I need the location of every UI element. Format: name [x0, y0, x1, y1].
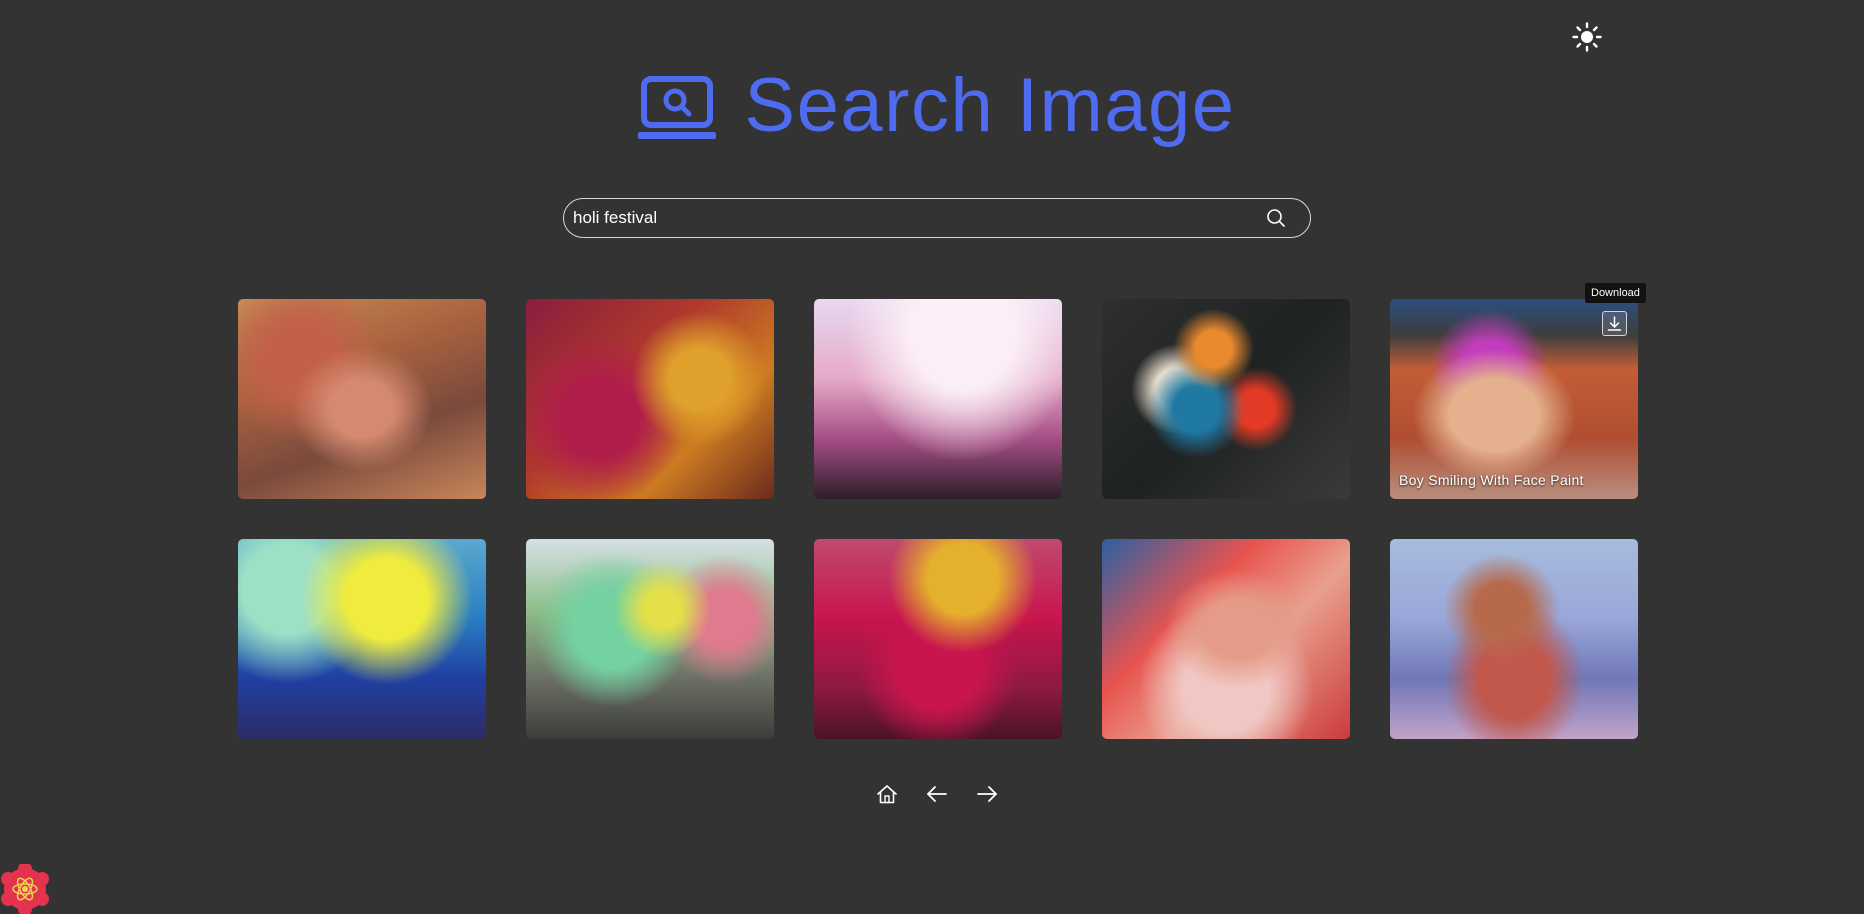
arrow-left-icon	[927, 786, 947, 802]
home-icon	[877, 785, 897, 804]
result-image	[238, 299, 486, 499]
image-card-hovered[interactable]: Boy Smiling With Face Paint	[1390, 299, 1638, 499]
result-image	[814, 539, 1062, 739]
result-image	[526, 539, 774, 739]
pagination	[871, 780, 1003, 808]
header: Search Image	[0, 68, 1864, 144]
arrow-right-icon	[977, 786, 997, 802]
page-title: Search Image	[744, 63, 1236, 148]
image-card[interactable]	[238, 539, 486, 739]
result-image	[1390, 299, 1638, 499]
previous-page-button[interactable]	[921, 780, 953, 808]
download-tooltip: Download	[1585, 283, 1646, 303]
app-badge-icon	[1, 864, 49, 914]
theme-toggle-button[interactable]	[1571, 21, 1603, 53]
image-card[interactable]	[1102, 299, 1350, 499]
image-card[interactable]	[814, 539, 1062, 739]
image-card[interactable]	[1390, 539, 1638, 739]
home-button[interactable]	[871, 780, 903, 808]
result-image	[526, 299, 774, 499]
image-card[interactable]	[238, 299, 486, 499]
search-bar	[563, 198, 1311, 238]
sun-icon	[1572, 22, 1602, 52]
result-image	[238, 539, 486, 739]
search-icon	[1267, 209, 1285, 227]
result-image	[814, 299, 1062, 499]
download-button[interactable]	[1602, 311, 1627, 336]
next-page-button[interactable]	[971, 780, 1003, 808]
search-button[interactable]	[1256, 199, 1296, 237]
image-grid: Boy Smiling With Face Paint	[238, 299, 1638, 739]
image-card[interactable]	[1102, 539, 1350, 739]
result-image	[1390, 539, 1638, 739]
download-icon	[1607, 316, 1622, 331]
laptop-search-icon	[638, 76, 717, 139]
image-card[interactable]	[526, 539, 774, 739]
image-caption: Boy Smiling With Face Paint	[1399, 472, 1584, 488]
search-input[interactable]	[564, 198, 1256, 238]
header-brand: Search Image	[638, 68, 1235, 144]
image-card[interactable]	[526, 299, 774, 499]
result-image	[1102, 539, 1350, 739]
result-image	[1102, 299, 1350, 499]
image-card[interactable]	[814, 299, 1062, 499]
page: Search Image Boy Smiling With Face Paint	[0, 0, 1864, 914]
